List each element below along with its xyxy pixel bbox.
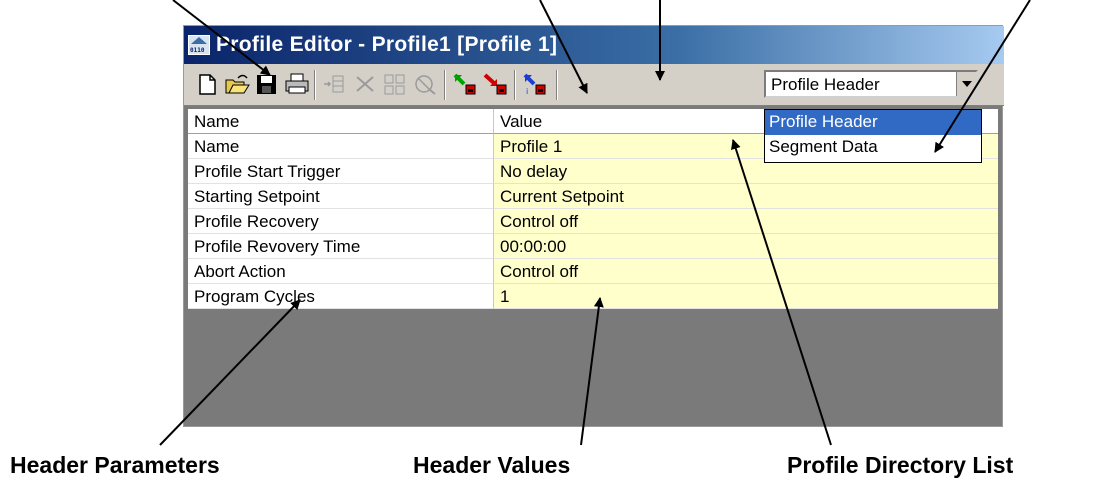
arrow-to-download-button	[539, 0, 588, 94]
arrow-to-header-parameters	[159, 299, 301, 446]
arrow-to-profile-directory	[730, 139, 832, 446]
annotation-arrows	[159, 0, 1031, 446]
arrow-to-toolbar-new	[172, 0, 271, 76]
arrow-to-header-values	[580, 297, 604, 446]
arrow-to-dropdown-option	[934, 0, 1031, 153]
